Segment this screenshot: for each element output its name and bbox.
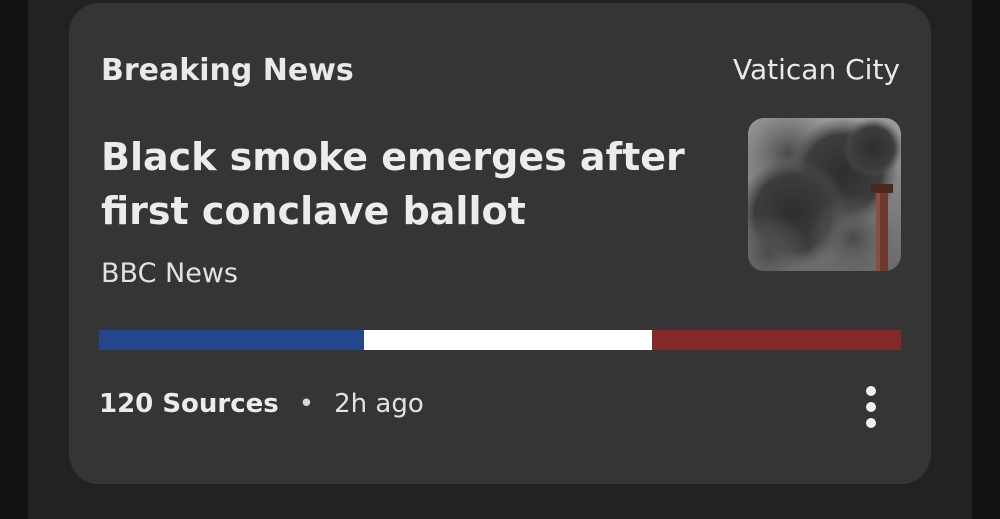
bias-segment-right (652, 330, 901, 350)
more-vertical-icon[interactable] (849, 379, 893, 435)
story-footer: 120 Sources • 2h ago (99, 389, 424, 419)
smoke-photo-icon (748, 118, 901, 271)
news-story-card[interactable]: Breaking News Vatican City Black smoke e… (69, 3, 931, 484)
bias-segment-center (363, 330, 653, 350)
time-ago: 2h ago (334, 389, 424, 419)
story-location: Vatican City (733, 53, 900, 86)
menu-dot (866, 418, 876, 428)
separator-dot: • (298, 389, 315, 419)
bias-segment-left (99, 330, 364, 350)
menu-dot (866, 402, 876, 412)
menu-dot (866, 386, 876, 396)
story-category: Breaking News (101, 53, 354, 88)
story-headline[interactable]: Black smoke emerges after first conclave… (101, 130, 711, 238)
story-publisher: BBC News (101, 258, 238, 289)
sources-count[interactable]: 120 Sources (99, 389, 279, 419)
bias-distribution-bar (99, 330, 901, 350)
story-thumbnail[interactable] (748, 118, 901, 271)
